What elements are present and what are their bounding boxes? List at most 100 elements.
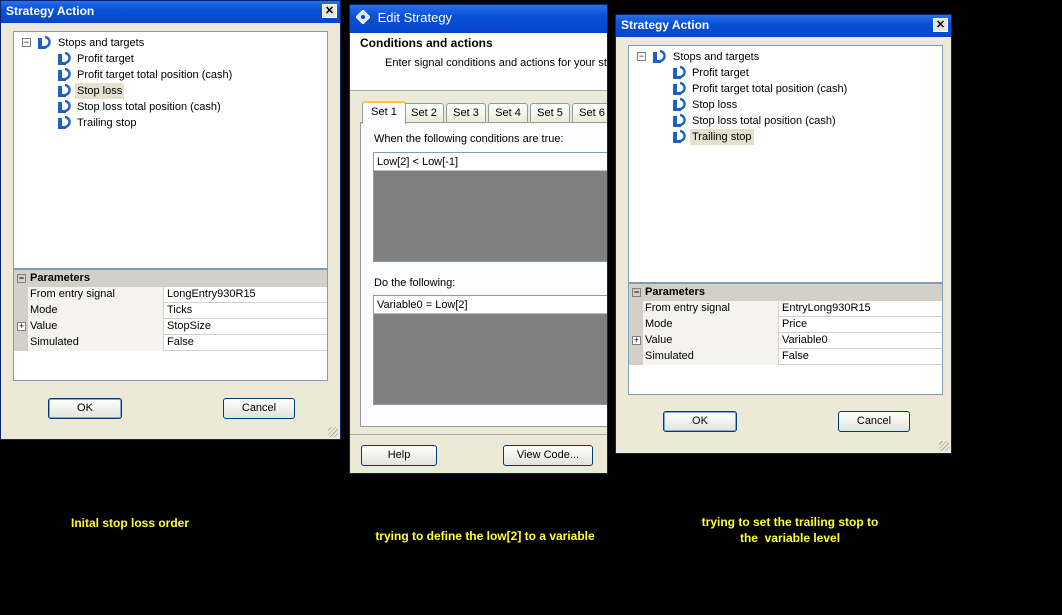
strategy-action-window-1: Strategy Action ✕ − Stops and targets Pr… <box>0 0 341 440</box>
title-bar[interactable]: Strategy Action ✕ <box>1 1 340 23</box>
tree-item-stop-loss[interactable]: Stop loss <box>629 97 939 113</box>
actions-tree[interactable]: − Stops and targets Profit target Profit… <box>628 45 943 283</box>
param-value[interactable]: StopSize <box>164 319 327 335</box>
window-title: Edit Strategy <box>377 10 453 25</box>
tab-set-2[interactable]: Set 2 <box>404 103 444 123</box>
parameters-header[interactable]: − Parameters <box>629 284 942 301</box>
param-value[interactable]: Ticks <box>164 303 327 319</box>
strategy-icon <box>58 100 71 113</box>
collapse-icon[interactable]: − <box>17 274 26 283</box>
tab-set-6[interactable]: Set 6 <box>572 103 607 123</box>
tree-item-label: Profit target <box>77 53 134 65</box>
header-title: Conditions and actions <box>360 36 493 50</box>
expand-icon[interactable]: + <box>632 336 641 345</box>
tree-item-trailing-stop[interactable]: Trailing stop <box>629 129 939 145</box>
tab-set-4[interactable]: Set 4 <box>488 103 528 123</box>
cancel-button[interactable]: Cancel <box>838 411 910 432</box>
cancel-button[interactable]: Cancel <box>223 398 295 419</box>
strategy-icon <box>673 114 686 127</box>
tree-item-stop-loss[interactable]: Stop loss <box>14 83 324 99</box>
param-row-simulated[interactable]: Simulated False <box>629 349 942 365</box>
title-bar[interactable]: Strategy Action ✕ <box>616 15 951 37</box>
ok-button[interactable]: OK <box>663 411 737 432</box>
tree-item-label: Trailing stop <box>77 117 137 129</box>
param-name: Simulated <box>643 349 779 365</box>
param-row-mode[interactable]: Mode Ticks <box>14 303 327 319</box>
tree-item-label: Trailing stop <box>690 129 754 145</box>
strategy-icon <box>673 130 686 143</box>
param-value[interactable]: False <box>779 349 942 365</box>
tree-item-profit-target[interactable]: Profit target <box>629 65 939 81</box>
window-title: Strategy Action <box>6 4 95 18</box>
param-value[interactable]: Price <box>779 317 942 333</box>
row-gutter <box>629 317 643 333</box>
collapse-icon[interactable]: − <box>632 288 641 297</box>
param-value[interactable]: LongEntry930R15 <box>164 287 327 303</box>
strategy-icon <box>58 68 71 81</box>
strategy-diamond-icon <box>355 9 371 25</box>
caption-right: trying to set the trailing stop to the v… <box>660 514 920 546</box>
view-code-button[interactable]: View Code... <box>503 445 593 466</box>
param-value[interactable]: Variable0 <box>779 333 942 349</box>
set-1-panel: When the following conditions are true: … <box>360 122 607 427</box>
strategy-icon <box>673 98 686 111</box>
tree-item-stop-loss-total[interactable]: Stop loss total position (cash) <box>629 113 939 129</box>
header-description: Enter signal conditions and actions for … <box>385 57 608 69</box>
set-tabs: Set 1 Set 2 Set 3 Set 4 Set 5 Set 6 <box>360 101 607 124</box>
parameters-header-label: Parameters <box>645 286 705 298</box>
param-row-simulated[interactable]: Simulated False <box>14 335 327 351</box>
tree-root[interactable]: − Stops and targets <box>629 49 939 65</box>
param-row-mode[interactable]: Mode Price <box>629 317 942 333</box>
caption-middle: trying to define the low[2] to a variabl… <box>375 529 595 543</box>
param-value[interactable]: False <box>164 335 327 351</box>
tree-root-label: Stops and targets <box>58 37 145 49</box>
row-gutter <box>629 349 643 365</box>
strategy-icon <box>58 52 71 65</box>
condition-row[interactable]: Low[2] < Low[-1] <box>374 153 607 171</box>
collapse-icon[interactable]: − <box>22 38 31 47</box>
tab-set-3[interactable]: Set 3 <box>446 103 486 123</box>
actions-box[interactable]: Variable0 = Low[2] <box>373 295 607 405</box>
tree-root[interactable]: − Stops and targets <box>14 35 324 51</box>
param-row-entry-signal[interactable]: From entry signal EntryLong930R15 <box>629 301 942 317</box>
conditions-label: When the following conditions are true: <box>374 133 564 145</box>
param-row-value[interactable]: + Value StopSize <box>14 319 327 335</box>
footer-divider <box>350 434 607 435</box>
param-name: Value <box>28 319 164 335</box>
resize-grip[interactable] <box>939 441 949 451</box>
title-bar[interactable]: Edit Strategy <box>350 5 607 33</box>
expand-icon[interactable]: + <box>17 322 26 331</box>
strategy-icon <box>653 50 666 63</box>
param-row-value[interactable]: + Value Variable0 <box>629 333 942 349</box>
conditions-box[interactable]: Low[2] < Low[-1] <box>373 152 607 262</box>
close-icon[interactable]: ✕ <box>933 18 948 32</box>
param-name: Simulated <box>28 335 164 351</box>
help-button[interactable]: Help <box>361 445 437 466</box>
row-gutter <box>14 287 28 303</box>
tab-set-1[interactable]: Set 1 <box>362 101 406 124</box>
tree-item-profit-target[interactable]: Profit target <box>14 51 324 67</box>
tree-root-label: Stops and targets <box>673 51 760 63</box>
collapse-icon[interactable]: − <box>637 52 646 61</box>
caption-right-line-1: trying to set the trailing stop to <box>701 515 879 529</box>
param-row-entry-signal[interactable]: From entry signal LongEntry930R15 <box>14 287 327 303</box>
actions-label: Do the following: <box>374 277 456 289</box>
action-row[interactable]: Variable0 = Low[2] <box>374 296 607 314</box>
parameters-grid: − Parameters From entry signal LongEntry… <box>13 269 328 381</box>
caption-left: Inital stop loss order <box>70 516 190 530</box>
tree-item-stop-loss-total[interactable]: Stop loss total position (cash) <box>14 99 324 115</box>
parameters-grid: − Parameters From entry signal EntryLong… <box>628 283 943 395</box>
param-value[interactable]: EntryLong930R15 <box>779 301 942 317</box>
param-name: Value <box>643 333 779 349</box>
strategy-icon <box>58 84 71 97</box>
tab-set-5[interactable]: Set 5 <box>530 103 570 123</box>
actions-tree[interactable]: − Stops and targets Profit target Profit… <box>13 31 328 269</box>
parameters-header[interactable]: − Parameters <box>14 270 327 287</box>
edit-strategy-window: Edit Strategy Conditions and actions Ent… <box>349 4 608 474</box>
resize-grip[interactable] <box>328 427 338 437</box>
ok-button[interactable]: OK <box>48 398 122 419</box>
tree-item-profit-target-total[interactable]: Profit target total position (cash) <box>629 81 939 97</box>
close-icon[interactable]: ✕ <box>322 4 337 18</box>
tree-item-trailing-stop[interactable]: Trailing stop <box>14 115 324 131</box>
tree-item-profit-target-total[interactable]: Profit target total position (cash) <box>14 67 324 83</box>
